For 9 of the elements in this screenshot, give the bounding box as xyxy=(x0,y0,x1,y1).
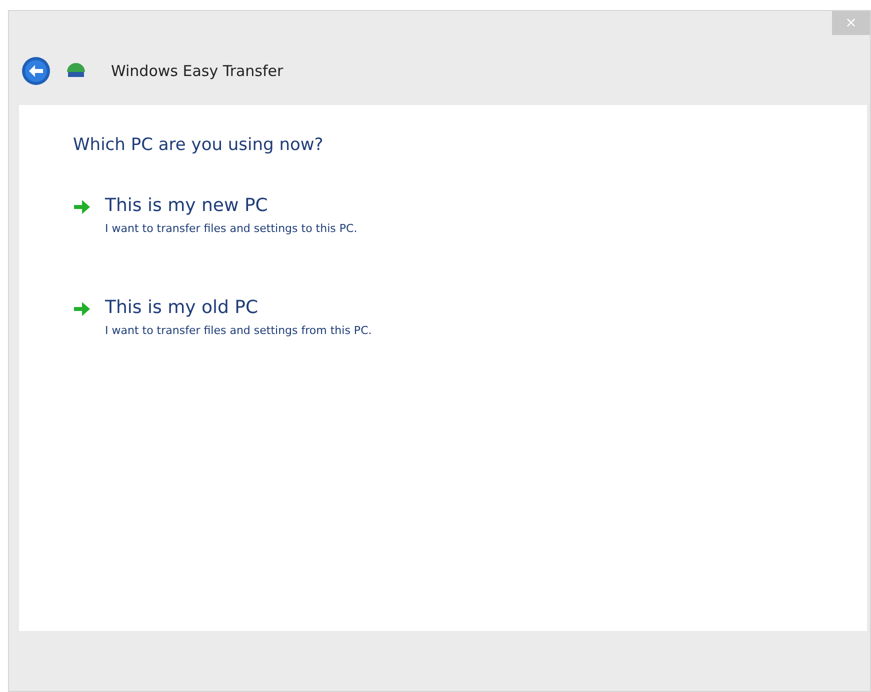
back-icon[interactable] xyxy=(21,56,51,86)
arrow-icon xyxy=(73,301,91,317)
window-title: Windows Easy Transfer xyxy=(111,60,284,82)
option-link[interactable]: This is my new PC xyxy=(105,194,268,216)
page-heading: Which PC are you using now? xyxy=(73,134,324,157)
option-description: I want to transfer files and settings to this PC. xyxy=(105,220,358,236)
option-description: I want to transfer files and settings from this PC. xyxy=(105,323,372,339)
option-link[interactable]: This is my old PC xyxy=(105,297,258,319)
arrow-icon xyxy=(73,198,91,214)
